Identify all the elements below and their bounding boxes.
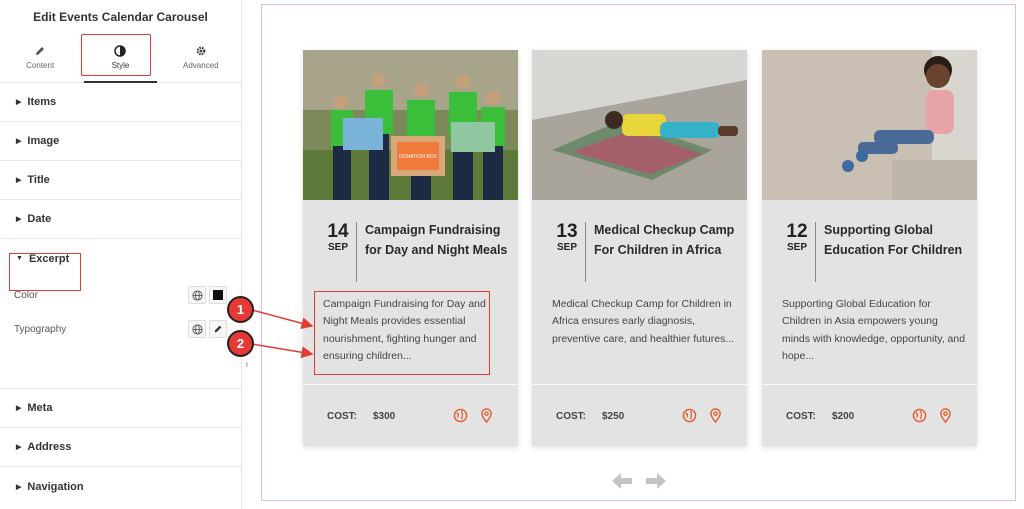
caret-right-icon: ▶	[16, 483, 22, 491]
event-card[interactable]: 12 SEP Supporting Global Education For C…	[762, 50, 977, 446]
tab-style[interactable]: Style	[80, 33, 160, 83]
pencil-icon	[36, 47, 45, 55]
color-swatch-button[interactable]	[209, 286, 227, 304]
section-excerpt[interactable]: ▼ Excerpt	[0, 239, 241, 278]
event-image: DONATION BOX	[303, 50, 518, 200]
website-icon[interactable]	[912, 408, 927, 423]
event-month: SEP	[786, 242, 807, 253]
gear-icon	[196, 46, 206, 56]
section-navigation[interactable]: ▶ Navigation	[0, 467, 241, 506]
section-label: Navigation	[27, 480, 84, 493]
event-month: SEP	[556, 242, 577, 253]
section-title[interactable]: ▶ Title	[0, 161, 241, 200]
caret-right-icon: ▶	[16, 405, 22, 412]
next-arrow-icon[interactable]	[645, 472, 667, 490]
excerpt-color-control: Color	[0, 278, 241, 312]
section-address[interactable]: ▶ Address	[0, 428, 241, 467]
card-footer-divider	[303, 384, 518, 385]
date-divider	[815, 222, 816, 282]
color-swatch	[213, 290, 223, 300]
cost-label: COST:	[786, 411, 816, 422]
event-date: 14 SEP	[323, 221, 353, 254]
website-icon[interactable]	[682, 408, 697, 423]
caret-right-icon: ▶	[16, 138, 22, 145]
event-day: 14	[327, 221, 349, 242]
tab-label: Advanced	[183, 61, 219, 70]
step-badge-1: 1	[227, 296, 254, 323]
tab-content[interactable]: Content	[0, 33, 80, 82]
section-label: Title	[27, 174, 50, 186]
panel-tabs: Content Style Advanced	[0, 33, 241, 83]
location-pin-icon[interactable]	[938, 408, 953, 423]
event-image	[532, 50, 747, 200]
cost-value: $300	[373, 411, 396, 422]
card-footer-divider	[532, 384, 747, 385]
tab-label: Style	[111, 61, 130, 70]
event-excerpt: Medical Checkup Camp for Children in Afr…	[552, 298, 735, 345]
caret-right-icon: ▶	[16, 99, 22, 106]
tab-advanced[interactable]: Advanced	[161, 33, 241, 82]
event-date: 13 SEP	[552, 221, 582, 254]
section-meta[interactable]: ▶ Meta	[0, 389, 241, 428]
cost-value: $200	[832, 411, 855, 422]
website-icon[interactable]	[453, 408, 468, 423]
event-excerpt: Campaign Fundraising for Day and Night M…	[323, 298, 486, 362]
caret-right-icon: ▶	[16, 177, 22, 184]
section-date[interactable]: ▶ Date	[0, 200, 241, 239]
event-date: 12 SEP	[782, 221, 812, 254]
event-card[interactable]: DONATION BOX 14 SEP Campaign Fundraising…	[303, 50, 518, 446]
section-label: Items	[27, 96, 57, 108]
box-text: DONATION BOX	[399, 154, 438, 160]
contrast-icon	[114, 45, 127, 57]
date-divider	[585, 222, 586, 282]
event-title[interactable]: Supporting Global Education For Children	[824, 221, 969, 260]
cost-value: $250	[602, 411, 625, 422]
event-image	[762, 50, 977, 200]
event-excerpt: Supporting Global Education for Children…	[782, 298, 966, 362]
collapse-panel-icon[interactable]: ‹	[242, 356, 252, 372]
event-day: 13	[556, 221, 578, 242]
event-card[interactable]: 13 SEP Medical Checkup Camp For Children…	[532, 50, 747, 446]
section-items[interactable]: ▶ Items	[0, 83, 241, 122]
globe-icon[interactable]	[188, 286, 206, 304]
edit-pencil-icon[interactable]	[209, 320, 227, 338]
date-divider	[356, 222, 357, 282]
location-pin-icon[interactable]	[708, 408, 723, 423]
prev-arrow-icon[interactable]	[611, 472, 633, 490]
event-day: 12	[786, 221, 808, 242]
typography-label: Typography	[14, 323, 67, 335]
section-image[interactable]: ▶ Image	[0, 122, 241, 161]
card-footer-divider	[762, 384, 977, 385]
section-label: Excerpt	[28, 252, 70, 265]
caret-right-icon: ▶	[16, 216, 22, 223]
cost-label: COST:	[556, 411, 586, 422]
section-label: Image	[27, 135, 60, 147]
tab-label: Content	[26, 61, 55, 70]
section-label: Date	[27, 213, 52, 225]
caret-right-icon: ▶	[16, 444, 22, 451]
event-title[interactable]: Campaign Fundraising for Day and Night M…	[365, 221, 510, 260]
editor-panel: Edit Events Calendar Carousel Content St…	[0, 0, 242, 509]
event-month: SEP	[327, 242, 348, 253]
cost-label: COST:	[327, 411, 357, 422]
globe-icon[interactable]	[188, 320, 206, 338]
color-label: Color	[14, 289, 38, 301]
section-label: Meta	[27, 402, 53, 414]
section-label: Address	[27, 441, 72, 453]
event-title[interactable]: Medical Checkup Camp For Children in Afr…	[594, 221, 739, 260]
caret-down-icon: ▼	[16, 255, 23, 262]
panel-title: Edit Events Calendar Carousel	[33, 9, 208, 24]
excerpt-typography-control: Typography	[0, 312, 241, 346]
step-badge-2: 2	[227, 330, 254, 357]
location-pin-icon[interactable]	[479, 408, 494, 423]
